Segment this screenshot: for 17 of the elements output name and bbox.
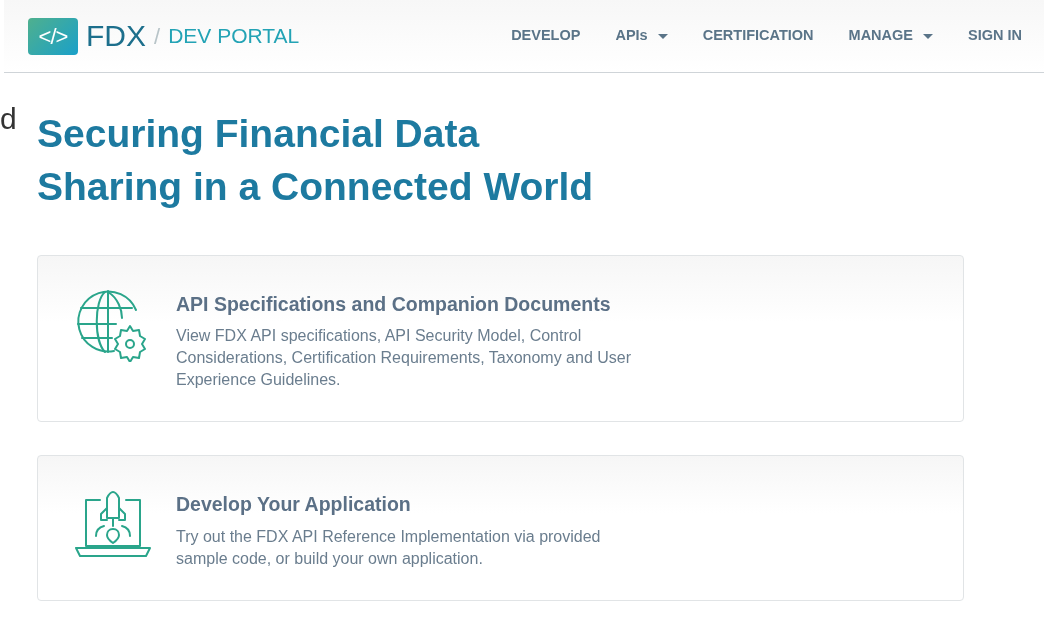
logo-icon[interactable]: </>: [28, 17, 78, 55]
feature-card[interactable]: API Specifications and Companion Documents View FDX API specifications, API Security Model, Control Considerations, Certification Requirements, Taxonomy and User Experience Guidelines.: [37, 255, 964, 423]
brand-name: FDX: [86, 21, 146, 51]
portal-name: DEV PORTAL: [168, 23, 300, 50]
card-description: View FDX API specifications, API Security Model, Control Considerations, Certification Requirements, Taxonomy and User Experience Guidelines.: [176, 326, 633, 391]
cut-off-text: d: [0, 104, 17, 134]
nav-link[interactable]: CERTIFICATION: [702, 25, 814, 47]
feature-card[interactable]: Develop Your Application Try out the FDX API Reference Implementation via provided sample code, or build your own application.: [37, 455, 964, 601]
hero-title: Securing Financial Data Sharing in a Connected World: [37, 111, 595, 210]
card-title: Develop Your Application: [176, 492, 412, 518]
brand-separator: /: [154, 22, 161, 51]
nav-link[interactable]: DEVELOP: [511, 25, 581, 47]
card-title: API Specifications and Companion Documents: [176, 292, 612, 317]
nav-dropdown[interactable]: MANAGE: [848, 25, 933, 47]
nav-link[interactable]: SIGN IN: [968, 25, 1022, 47]
card-description: Try out the FDX API Reference Implementation via provided sample code, or build your own application.: [176, 526, 602, 569]
nav-dropdown[interactable]: APIs: [615, 25, 668, 47]
